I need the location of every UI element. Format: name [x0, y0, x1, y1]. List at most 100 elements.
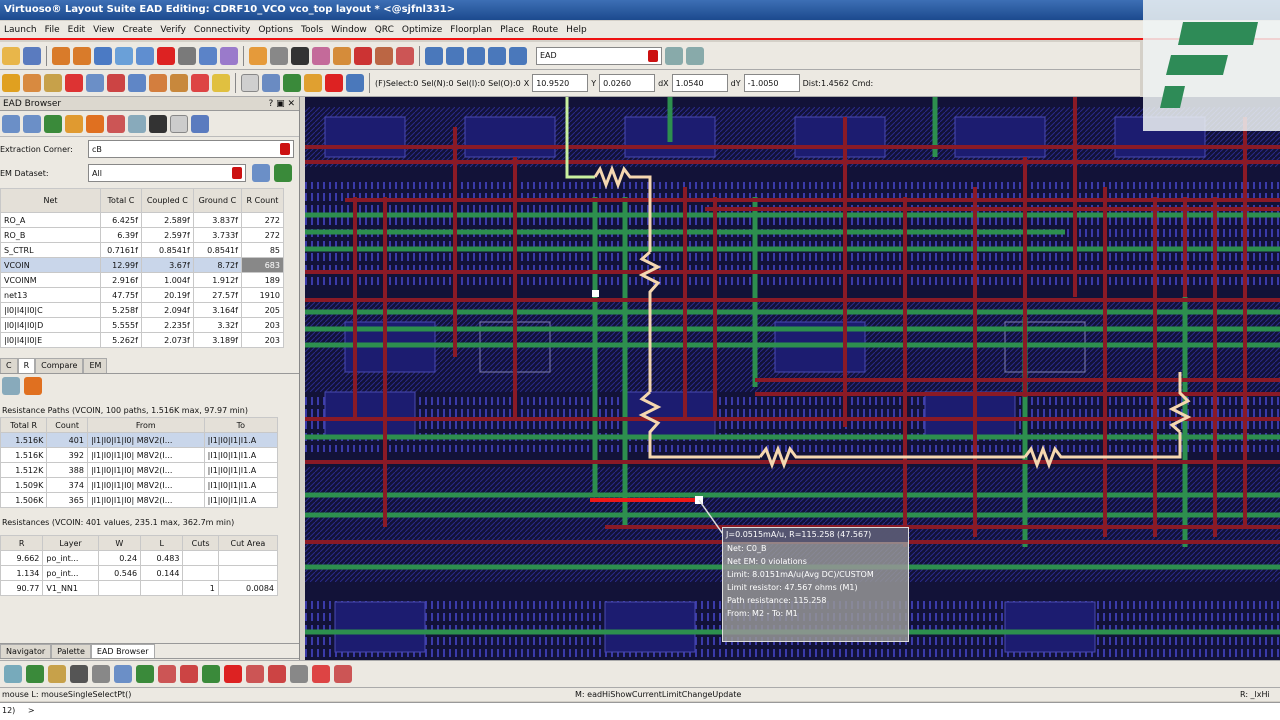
- filter-icon[interactable]: [24, 377, 42, 395]
- zoom-area-icon[interactable]: [488, 46, 506, 65]
- menu-connectivity[interactable]: Connectivity: [190, 25, 254, 35]
- redo-icon[interactable]: [73, 46, 91, 65]
- table-row-selected[interactable]: VCOIN 12.99f 3.67f 8.72f 683: [0, 257, 285, 273]
- layer-palette-icon[interactable]: [665, 46, 683, 65]
- save-icon[interactable]: [191, 114, 209, 133]
- menu-help[interactable]: Help: [562, 25, 591, 35]
- shapes-icon[interactable]: [114, 665, 132, 683]
- zoom-in-icon[interactable]: [446, 46, 464, 65]
- search-icon[interactable]: [107, 74, 125, 92]
- probe-icon[interactable]: [180, 665, 198, 683]
- close-icon[interactable]: ? ▣ ✕: [268, 97, 299, 111]
- binoculars-icon[interactable]: [149, 114, 167, 133]
- check-icon[interactable]: [44, 114, 62, 133]
- layer-settings-icon[interactable]: [686, 46, 704, 65]
- dx-coordinate[interactable]: 1.0540: [671, 74, 728, 92]
- grid-icon[interactable]: [241, 74, 259, 92]
- col-count[interactable]: Count: [46, 417, 88, 433]
- save-icon[interactable]: [23, 46, 41, 65]
- globe-icon[interactable]: [346, 74, 364, 92]
- table-row[interactable]: |I0|I4|I0|C 5.258f 2.094f 3.164f 205: [0, 302, 285, 318]
- table-row-selected[interactable]: 1.516K 401 |I1|I0|I1|I0| M8V2(I... |I1|I0|I…: [0, 432, 279, 448]
- col-count[interactable]: R Count: [240, 188, 285, 213]
- col-from[interactable]: From: [86, 417, 205, 433]
- instance-icon[interactable]: [48, 665, 66, 683]
- filter-icon[interactable]: [86, 114, 104, 133]
- y-coordinate[interactable]: 0.0260: [599, 74, 656, 92]
- col-l[interactable]: L: [140, 535, 184, 551]
- col-ground[interactable]: Ground C: [192, 188, 242, 213]
- menu-window[interactable]: Window: [327, 25, 371, 35]
- tab-c[interactable]: C: [0, 358, 18, 373]
- col-net[interactable]: Net: [0, 188, 101, 213]
- chart-icon[interactable]: [312, 665, 330, 683]
- refresh-icon[interactable]: [252, 164, 270, 182]
- table-row[interactable]: 1.134 po_int... 0.546 0.144: [0, 565, 279, 581]
- instance-icon[interactable]: [44, 74, 62, 92]
- open-folder-icon[interactable]: [2, 46, 20, 65]
- label-icon[interactable]: [170, 74, 188, 92]
- highlight-icon[interactable]: [354, 46, 372, 65]
- dy-coordinate[interactable]: -1.0050: [743, 74, 800, 92]
- layer-select[interactable]: EAD: [536, 46, 662, 65]
- col-r[interactable]: R: [0, 535, 44, 551]
- measure-icon[interactable]: [270, 46, 288, 65]
- col-cut-area[interactable]: Cut Area: [217, 535, 279, 551]
- ruler-icon[interactable]: [23, 74, 41, 92]
- table-row[interactable]: RO_B 6.39f 2.597f 3.733f 272: [0, 227, 285, 243]
- menu-options[interactable]: Options: [254, 25, 297, 35]
- col-w[interactable]: W: [97, 535, 142, 551]
- warning-icon[interactable]: [325, 74, 343, 92]
- wire-icon[interactable]: [149, 74, 167, 92]
- col-layer[interactable]: Layer: [42, 535, 99, 551]
- circle-warn-icon[interactable]: [304, 74, 322, 92]
- copy-icon[interactable]: [290, 665, 308, 683]
- command-line[interactable]: 12) >: [0, 702, 1280, 720]
- table-row[interactable]: 90.77 V1_NN1 1 0.0084: [0, 580, 279, 596]
- layout-icon[interactable]: [4, 665, 22, 683]
- menu-launch[interactable]: Launch: [0, 25, 41, 35]
- menu-verify[interactable]: Verify: [156, 25, 190, 35]
- circle-icon[interactable]: [65, 114, 83, 133]
- move-icon[interactable]: [94, 46, 112, 65]
- crosshair-icon[interactable]: [65, 74, 83, 92]
- grid-icon[interactable]: [2, 377, 20, 395]
- menu-optimize[interactable]: Optimize: [398, 25, 446, 35]
- table-row[interactable]: VCOINM 2.916f 1.004f 1.912f 189: [0, 272, 285, 288]
- flag-icon[interactable]: [158, 665, 176, 683]
- net-icon[interactable]: [202, 665, 220, 683]
- circle-icon[interactable]: [199, 46, 217, 65]
- eye-icon[interactable]: [291, 46, 309, 65]
- probe-icon[interactable]: [312, 46, 330, 65]
- em-select[interactable]: All: [88, 164, 246, 182]
- hierarchy-icon[interactable]: [220, 46, 238, 65]
- route-icon[interactable]: [249, 46, 267, 65]
- menu-tools[interactable]: Tools: [297, 25, 327, 35]
- delete-icon[interactable]: [157, 46, 175, 65]
- zoom-icon[interactable]: [128, 114, 146, 133]
- menu-file[interactable]: File: [41, 25, 64, 35]
- tab-ead-browser[interactable]: EAD Browser: [90, 644, 155, 658]
- tab-compare[interactable]: Compare: [35, 358, 84, 373]
- tab-navigator[interactable]: Navigator: [0, 644, 52, 658]
- browse-icon[interactable]: [2, 114, 20, 133]
- menu-create[interactable]: Create: [118, 25, 156, 35]
- via-icon[interactable]: [128, 74, 146, 92]
- pan-icon[interactable]: [509, 46, 527, 65]
- measure-icon[interactable]: [70, 665, 88, 683]
- window-icon[interactable]: [170, 114, 188, 133]
- zoom-fit-icon[interactable]: [425, 46, 443, 65]
- clipboard-icon[interactable]: [23, 114, 41, 133]
- corner-select[interactable]: cB: [88, 140, 294, 158]
- ruler-icon[interactable]: [268, 665, 286, 683]
- table-row[interactable]: |I0|I4|I0|E 5.262f 2.073f 3.189f 203: [0, 332, 285, 348]
- close-icon[interactable]: [224, 665, 242, 683]
- copy-icon[interactable]: [115, 46, 133, 65]
- tab-r[interactable]: R: [17, 358, 36, 373]
- tab-palette[interactable]: Palette: [51, 644, 91, 658]
- col-cuts[interactable]: Cuts: [182, 535, 219, 551]
- table-row[interactable]: 1.516K 392 |I1|I0|I1|I0| M8V2(I... |I1|I0|I…: [0, 447, 279, 463]
- path-icon[interactable]: [86, 74, 104, 92]
- probe-icon[interactable]: [107, 114, 125, 133]
- select-icon[interactable]: [2, 74, 20, 92]
